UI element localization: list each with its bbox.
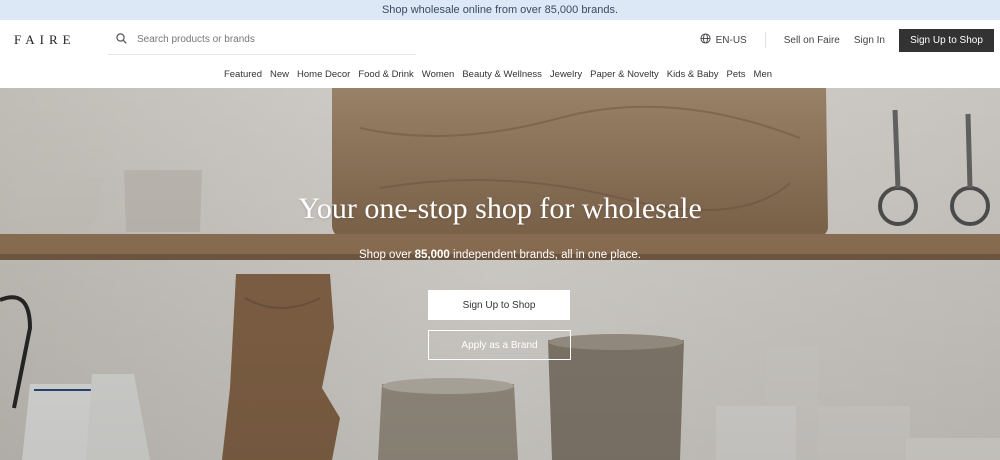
nav-item-paper-novelty[interactable]: Paper & Novelty <box>590 69 659 80</box>
sign-in-link[interactable]: Sign In <box>854 35 885 46</box>
hero-title: Your one-stop shop for wholesale <box>298 192 702 225</box>
nav-item-kids-baby[interactable]: Kids & Baby <box>667 69 719 80</box>
nav-item-jewelry[interactable]: Jewelry <box>550 69 582 80</box>
sign-up-button[interactable]: Sign Up to Shop <box>899 28 994 52</box>
globe-icon <box>700 33 711 47</box>
search-input[interactable] <box>135 33 399 46</box>
search-bar[interactable] <box>108 26 416 55</box>
sell-on-faire-link[interactable]: Sell on Faire <box>784 35 840 46</box>
hero-subtitle: Shop over 85,000 independent brands, all… <box>0 249 1000 261</box>
search-icon <box>116 31 127 49</box>
hero-content: Your one-stop shop for wholesale Shop ov… <box>0 88 1000 460</box>
hero-sign-up-button[interactable]: Sign Up to Shop <box>428 290 570 320</box>
nav-item-beauty-wellness[interactable]: Beauty & Wellness <box>462 69 542 80</box>
hero-subtitle-suffix: independent brands, all in one place. <box>449 249 641 261</box>
header-divider <box>764 32 766 48</box>
language-selector[interactable]: EN-US <box>700 33 747 47</box>
nav-item-home-decor[interactable]: Home Decor <box>297 69 350 80</box>
nav-item-men[interactable]: Men <box>754 69 772 80</box>
nav-item-food-drink[interactable]: Food & Drink <box>358 69 413 80</box>
language-label: EN-US <box>715 34 747 46</box>
hero-subtitle-brand-count: 85,000 <box>414 249 450 261</box>
promo-banner-text: Shop wholesale online from over 85,000 b… <box>381 4 619 16</box>
nav-item-new[interactable]: New <box>270 69 289 80</box>
hero-section: Your one-stop shop for wholesale Shop ov… <box>0 88 1000 460</box>
nav-item-women[interactable]: Women <box>422 69 455 80</box>
category-nav: Featured New Home Decor Food & Drink Wom… <box>0 60 1000 88</box>
promo-banner: Shop wholesale online from over 85,000 b… <box>0 0 1000 20</box>
faire-logo[interactable]: FAIRE <box>14 32 94 48</box>
header-actions: EN-US Sell on Faire Sign In Sign Up to S… <box>700 28 994 52</box>
apply-as-brand-button[interactable]: Apply as a Brand <box>428 330 571 360</box>
nav-item-pets[interactable]: Pets <box>727 69 746 80</box>
hero-subtitle-prefix: Shop over <box>359 249 415 261</box>
top-header: FAIRE EN-US Sell on Faire Sign In Sign U… <box>0 20 1000 60</box>
nav-item-featured[interactable]: Featured <box>224 69 262 80</box>
